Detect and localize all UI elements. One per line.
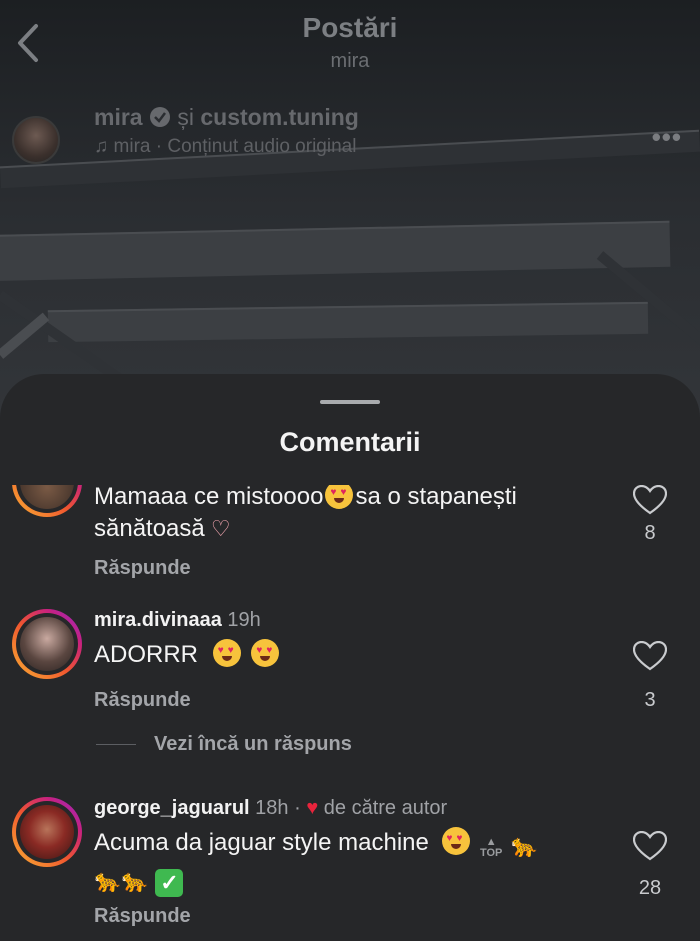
heart-eyes-emoji: ♥ ♥ [212,639,241,667]
page-subtitle: mira [330,50,370,72]
collab-connector: și [177,104,194,130]
commenter-avatar[interactable] [12,797,82,867]
like-count: 8 [644,522,656,544]
heart-outline-icon[interactable] [633,641,667,671]
post-collaborator-name[interactable]: custom.tuning [200,104,358,130]
commenter-avatar[interactable] [12,485,82,517]
heart-hands-emoji: ♡ [204,516,231,541]
comment-text: ADORRR ♥ ♥ ♥ ♥ [94,639,614,671]
comment-time: 19h [227,609,261,631]
heart-outline-icon[interactable] [633,485,667,515]
post-author-avatar[interactable] [12,116,60,164]
heart-eyes-emoji: ♥ ♥ [251,639,280,667]
comments-list[interactable]: Mamaaa ce mistoooo ♥ ♥ sa o stapanești sănă… [0,485,700,941]
page-title: Postări [302,12,398,43]
post-author-line[interactable]: mira și custom.tuning [94,104,359,131]
cheetah-emoji: 🐆 [510,833,539,858]
liked-by-author-label: de către autor [323,797,448,819]
comment-time: 18h [255,797,289,819]
reply-button[interactable]: Răspunde [94,905,191,928]
comment-text: Acuma da jaguar style machine ♥ ♥ ▲ TOP 🐆 … [94,827,539,897]
author-liked-heart-icon: ♥ [306,797,319,819]
background-strut [0,312,50,359]
commenter-avatar[interactable] [12,609,82,679]
post-audio-line[interactable]: ♫ mira · Conținut audio original [94,136,356,158]
verified-badge-icon [149,107,170,127]
background-beam [0,220,671,282]
comment-text: Mamaaa ce mistoooo ♥ ♥ sa o stapanești sănă… [94,485,614,545]
cheetah-emoji: 🐆 [94,868,122,893]
view-more-replies-button[interactable]: Vezi încă un răspuns [96,733,352,756]
heart-outline-icon[interactable] [633,831,667,861]
post-audio-label: mira · Conținut audio original [113,136,357,157]
comments-sheet: Comentarii Mamaaa ce mistoooo ♥ ♥ sa o stap… [0,374,700,941]
top-arrow-emoji: ▲ TOP [479,836,503,859]
heart-eyes-emoji: ♥ ♥ [441,827,470,855]
check-mark-emoji: ✓ [155,869,184,897]
cheetah-emoji: 🐆 [121,868,149,893]
top-bar: Postări mira [0,0,700,90]
background-beam [47,301,649,343]
like-count: 3 [644,689,656,711]
post-author-name[interactable]: mira [94,104,143,130]
comment-username[interactable]: george_jaguarul 18h · ♥ de către autor [94,797,447,820]
music-note-icon: ♫ [94,136,109,157]
replies-divider [96,744,136,746]
heart-eyes-emoji: ♥ ♥ [325,485,354,509]
sheet-drag-handle[interactable] [320,400,380,404]
more-options-icon[interactable]: ••• [652,122,682,153]
reply-button[interactable]: Răspunde [94,689,191,712]
post-header: mira și custom.tuning ♫ mira · Conținut … [12,102,692,164]
comment-username[interactable]: mira.divinaaa 19h [94,609,261,632]
sheet-title: Comentarii [279,427,421,457]
reply-button[interactable]: Răspunde [94,557,191,580]
like-count: 28 [638,877,662,899]
